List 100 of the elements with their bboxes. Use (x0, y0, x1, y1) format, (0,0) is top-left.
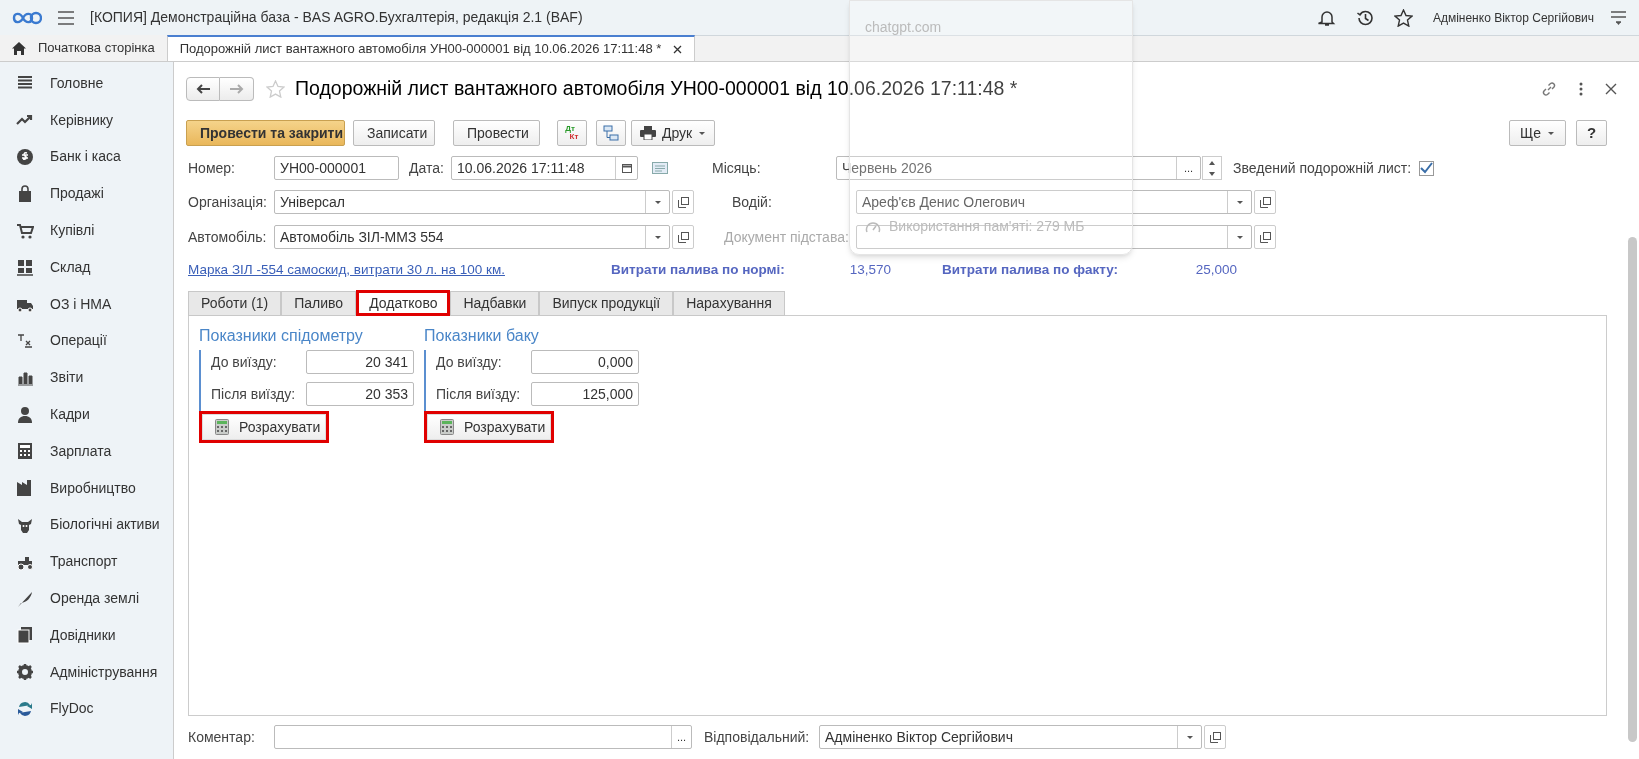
sidebar-item[interactable]: Склад (0, 249, 173, 286)
sidebar-item[interactable]: Транспорт (0, 543, 173, 581)
field-label: Після виїзду: (436, 384, 522, 404)
sidebar-item[interactable]: Виробництво (0, 469, 173, 507)
fuel-value: 13,570 (848, 260, 891, 279)
section-icon (16, 663, 34, 682)
section-icon (16, 405, 34, 424)
date-field[interactable]: 10.06.2026 17:11:48 (451, 156, 638, 180)
sidebar-item[interactable]: Кадри (0, 396, 173, 433)
dropdown-icon (1235, 234, 1244, 240)
calculator-icon (440, 419, 454, 435)
fuel-label: Витрати палива по нормі: (611, 260, 786, 279)
input-field[interactable]: 20 353 (306, 382, 414, 406)
group-title: Показники спідометру (199, 326, 364, 346)
toolbar-button[interactable]: Записати (353, 120, 435, 146)
sidebar-item[interactable]: FlyDoc (0, 690, 173, 728)
toolbar-button[interactable]: Провести та закрити (186, 120, 345, 146)
sidebar-item[interactable]: Банк і каса (0, 138, 173, 176)
menu-icon[interactable] (58, 10, 74, 25)
checkbox[interactable] (1419, 160, 1435, 176)
user-name[interactable]: Адміненко Віктор Сергійович (1432, 8, 1594, 27)
sidebar-item[interactable]: Зарплата (0, 432, 173, 470)
sidebar-item[interactable]: Головне (0, 65, 173, 102)
open-icon (1209, 731, 1221, 743)
section-icon (16, 148, 34, 166)
bell-icon[interactable] (1317, 8, 1336, 27)
open-button[interactable] (672, 190, 694, 214)
open-button[interactable] (1254, 225, 1276, 249)
toolbar-button[interactable]: Провести (453, 120, 540, 146)
tab[interactable]: Роботи (1) (188, 291, 282, 316)
window-title: [КОПИЯ] Демонстраційна база - BAS AGRO.Бухгалтерія, редакція 2.1 (BAF) (90, 8, 583, 27)
tab[interactable]: Додатково (356, 290, 451, 316)
scrollbar[interactable] (1628, 237, 1637, 742)
sidebar-item[interactable]: Оренда землі (0, 580, 173, 617)
tab[interactable]: Випуск продукції (539, 291, 674, 316)
sidebar-item[interactable]: Керівнику (0, 101, 173, 139)
field-label: До виїзду: (436, 352, 503, 372)
memory-usage: Використання пам'яті: 279 МБ (889, 217, 1085, 236)
field-label: Після виїзду: (211, 384, 297, 404)
field-label: Зведений подорожній лист: (1233, 158, 1412, 178)
field-label: До виїзду: (211, 352, 278, 372)
close-icon[interactable] (1605, 83, 1617, 95)
sidebar-item[interactable]: Продажі (0, 175, 173, 213)
sidebar-item[interactable]: Купівлі (0, 212, 173, 249)
field-label: Коментар: (188, 727, 256, 747)
tab[interactable]: Паливо (281, 291, 357, 316)
open-icon (1259, 231, 1271, 243)
calculate-button[interactable]: Розрахувати (202, 414, 326, 440)
fuel-value: 25,000 (1194, 260, 1237, 279)
field-label: Автомобіль: (188, 227, 268, 247)
menu-icon[interactable] (1610, 9, 1627, 26)
section-icon (16, 184, 34, 203)
input-field[interactable]: 20 341 (306, 350, 414, 374)
open-button[interactable] (1204, 725, 1226, 749)
open-button[interactable] (1254, 190, 1276, 214)
tab[interactable]: Надбавки (450, 291, 540, 316)
dt-kt-button[interactable]: Дт Кт (557, 120, 587, 146)
select-field[interactable]: Автомобіль ЗІЛ-ММЗ 554 (274, 225, 670, 249)
open-tab[interactable]: Подорожній лист вантажного автомобіля УН00-000001 від 10.06.2026 17:11:48 * (166, 35, 696, 61)
select-field[interactable]: Універсал (274, 190, 670, 214)
sidebar-item[interactable]: Звіти (0, 359, 173, 397)
history-icon[interactable] (1355, 8, 1374, 27)
sidebar-item[interactable]: Операції (0, 322, 173, 360)
link-icon[interactable] (1541, 81, 1557, 97)
dropdown-icon (698, 130, 707, 136)
sidebar-item[interactable]: ОЗ і НМА (0, 285, 173, 323)
section-icon (16, 331, 34, 350)
spin-button[interactable] (1202, 156, 1222, 180)
dropdown-icon (653, 199, 662, 205)
close-icon[interactable] (673, 44, 683, 54)
comment-field[interactable]: ... (274, 725, 692, 749)
section-icon (16, 258, 34, 277)
select-field[interactable]: Адміненко Віктор Сергійович (819, 725, 1202, 749)
sidebar-item[interactable]: Довідники (0, 616, 173, 654)
home-icon (12, 41, 26, 55)
print-button[interactable]: Друк (631, 120, 716, 146)
field-label: Дата: (409, 158, 445, 178)
sidebar-item[interactable]: Адміністрування (0, 653, 173, 691)
number-field[interactable]: УН00-000001 (274, 156, 399, 180)
back-button[interactable] (186, 77, 220, 101)
open-icon (1259, 196, 1271, 208)
help-button[interactable]: ? (1576, 120, 1607, 146)
input-field[interactable]: 125,000 (531, 382, 639, 406)
calculate-button[interactable]: Розрахувати (427, 414, 551, 440)
printer-icon (640, 126, 656, 140)
document-title: Подорожній лист вантажного автомобіля УН00-000001 від 10.06.2026 17:11:48 * (295, 76, 1018, 102)
site-url: chatgpt.com (865, 18, 943, 37)
open-icon (677, 196, 689, 208)
select-field[interactable]: Ареф'єв Денис Олегович (856, 190, 1252, 214)
dropdown-icon (653, 234, 662, 240)
section-icon (16, 626, 34, 645)
open-button[interactable] (672, 225, 694, 249)
up-icon (1209, 160, 1215, 165)
vehicle-link[interactable]: Марка ЗІЛ -554 самоскид, витрати 30 л. на 100 км. (188, 259, 611, 281)
star-icon[interactable] (1393, 8, 1413, 27)
more-button[interactable]: Ще (1509, 120, 1566, 146)
sidebar-item[interactable]: Біологічні активи (0, 506, 173, 544)
input-field[interactable]: 0,000 (531, 350, 639, 374)
more-icon[interactable] (1579, 82, 1583, 96)
tab[interactable]: Нарахування (673, 291, 785, 316)
